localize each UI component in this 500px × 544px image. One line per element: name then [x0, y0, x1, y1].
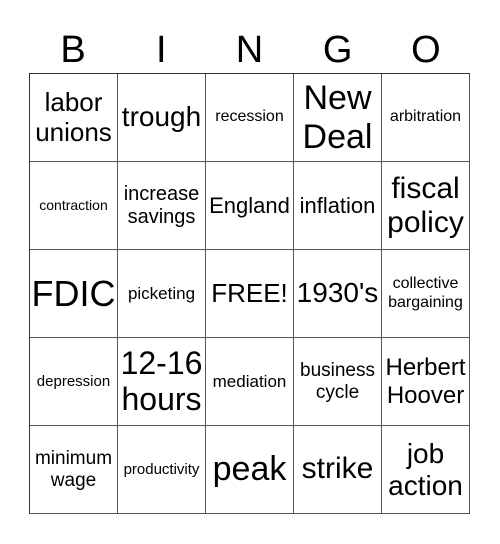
bingo-cell[interactable]: collective bargaining	[382, 250, 470, 338]
bingo-cell[interactable]: England	[206, 162, 294, 250]
bingo-cell[interactable]: increase savings	[118, 162, 206, 250]
bingo-cell[interactable]: job action	[382, 426, 470, 514]
bingo-header: B I N G O	[29, 28, 470, 72]
bingo-card: labor unions trough recession New Deal a…	[29, 73, 470, 514]
cell-text: New Deal	[302, 79, 373, 156]
header-letter-g: G	[322, 29, 353, 71]
bingo-cell[interactable]: New Deal	[294, 74, 382, 162]
bingo-cell[interactable]: productivity	[118, 426, 206, 514]
cell-text: England	[209, 192, 290, 218]
bingo-cell[interactable]: Herbert Hoover	[382, 338, 470, 426]
bingo-cell[interactable]: 12-16 hours	[118, 338, 206, 426]
cell-text: increase savings	[123, 182, 200, 228]
bingo-cell[interactable]: strike	[294, 426, 382, 514]
bingo-cell[interactable]: 1930's	[294, 250, 382, 338]
bingo-cell[interactable]: arbitration	[382, 74, 470, 162]
cell-text: mediation	[212, 371, 287, 391]
cell-text: strike	[301, 452, 374, 486]
cell-text: collective bargaining	[388, 275, 463, 311]
bingo-cell[interactable]: picketing	[118, 250, 206, 338]
cell-text: arbitration	[389, 108, 462, 126]
free-space-text: FREE!	[211, 277, 288, 308]
cell-text: job action	[388, 438, 463, 501]
cell-text: FDIC	[31, 272, 116, 314]
bingo-cell[interactable]: FDIC	[30, 250, 118, 338]
header-letter-n: N	[235, 29, 264, 71]
cell-text: business cycle	[300, 359, 375, 403]
header-letter-i: I	[156, 29, 167, 71]
bingo-cell[interactable]: depression	[30, 338, 118, 426]
bingo-cell[interactable]: peak	[206, 426, 294, 514]
bingo-cell[interactable]: recession	[206, 74, 294, 162]
cell-text: contraction	[39, 197, 108, 214]
free-space-cell[interactable]: FREE!	[206, 250, 294, 338]
cell-text: depression	[36, 372, 111, 390]
header-letter-b: B	[60, 29, 86, 71]
bingo-cell[interactable]: minimum wage	[30, 426, 118, 514]
bingo-cell[interactable]: inflation	[294, 162, 382, 250]
cell-text: labor unions	[35, 86, 112, 147]
cell-text: fiscal policy	[387, 171, 464, 239]
bingo-cell[interactable]: contraction	[30, 162, 118, 250]
cell-text: 12-16 hours	[120, 344, 203, 417]
cell-text: peak	[212, 449, 287, 488]
bingo-cell[interactable]: mediation	[206, 338, 294, 426]
cell-text: minimum wage	[34, 447, 113, 491]
cell-text: picketing	[127, 283, 196, 303]
cell-text: recession	[215, 108, 284, 126]
cell-text: trough	[121, 101, 202, 133]
bingo-cell[interactable]: fiscal policy	[382, 162, 470, 250]
bingo-cell[interactable]: trough	[118, 74, 206, 162]
cell-text: productivity	[123, 460, 200, 478]
cell-text: Herbert Hoover	[385, 353, 466, 409]
header-letter-o: O	[411, 29, 441, 71]
bingo-cell[interactable]: labor unions	[30, 74, 118, 162]
cell-text: inflation	[299, 192, 376, 218]
cell-text: 1930's	[296, 277, 379, 309]
bingo-cell[interactable]: business cycle	[294, 338, 382, 426]
